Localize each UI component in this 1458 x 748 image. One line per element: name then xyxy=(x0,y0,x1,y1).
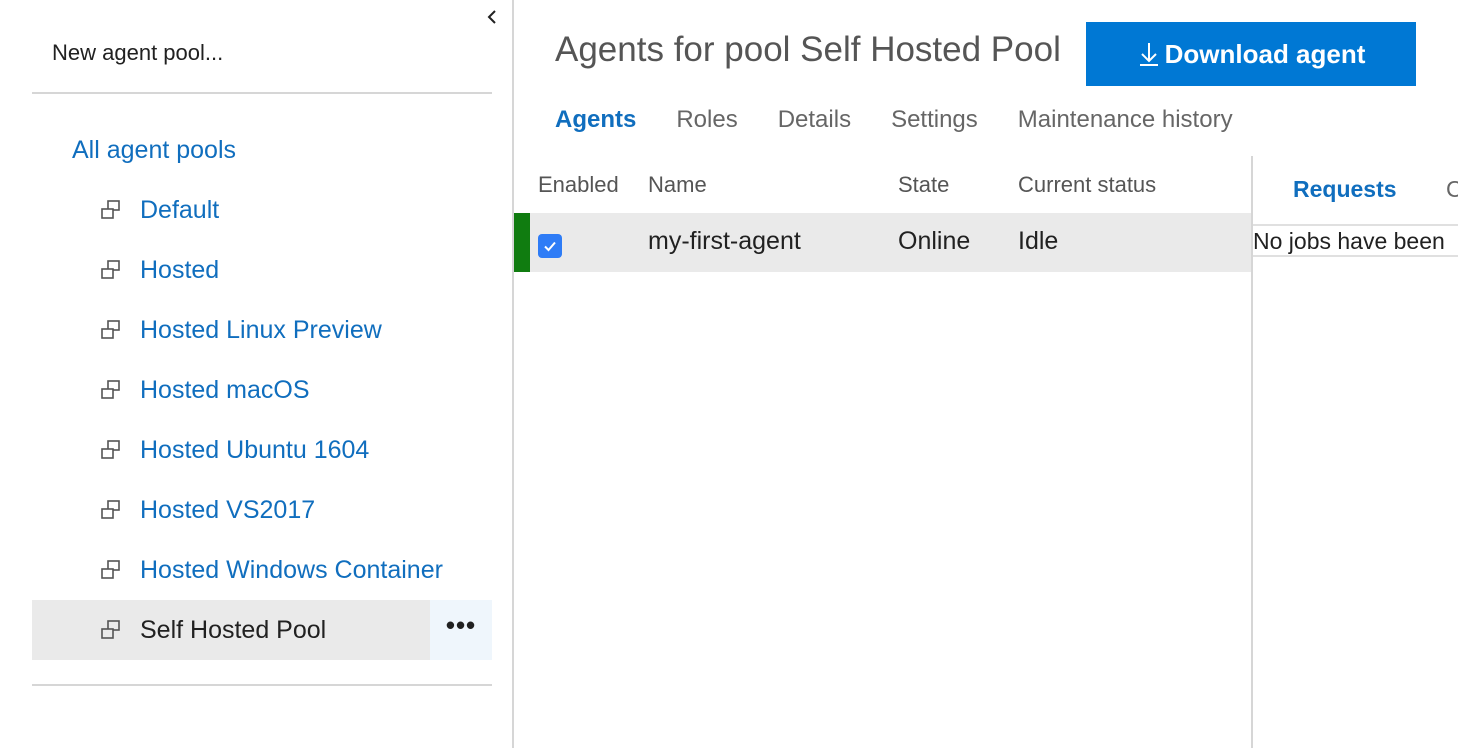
all-agent-pools-link[interactable]: All agent pools xyxy=(72,136,236,165)
pool-label: Hosted VS2017 xyxy=(140,495,316,524)
pool-icon xyxy=(98,617,124,643)
pool-label: Default xyxy=(140,195,220,224)
pool-icon xyxy=(98,497,124,523)
pool-item-default[interactable]: Default xyxy=(32,180,492,240)
checkmark-icon xyxy=(544,241,556,252)
pool-icon xyxy=(98,437,124,463)
pool-item-hosted-linux-preview[interactable]: Hosted Linux Preview xyxy=(32,300,492,360)
agents-grid-header: Enabled Name State Current status xyxy=(514,172,1252,212)
pool-icon xyxy=(98,557,124,583)
pool-label: Hosted macOS xyxy=(140,375,310,404)
divider xyxy=(32,684,492,686)
pool-icon xyxy=(98,257,124,283)
pool-icon xyxy=(98,377,124,403)
agent-name: my-first-agent xyxy=(648,227,801,255)
no-jobs-message: No jobs have been xyxy=(1253,228,1445,254)
tab-capabilities[interactable]: C xyxy=(1446,176,1458,203)
tab-requests[interactable]: Requests xyxy=(1293,176,1397,203)
download-icon xyxy=(1137,40,1161,68)
divider xyxy=(1253,224,1458,226)
tab-details[interactable]: Details xyxy=(778,106,851,134)
pool-icon xyxy=(98,197,124,223)
more-icon: ••• xyxy=(445,610,477,640)
column-header-state[interactable]: State xyxy=(898,172,949,198)
pool-item-hosted-vs2017[interactable]: Hosted VS2017 xyxy=(32,480,492,540)
page-title: Agents for pool Self Hosted Pool xyxy=(555,30,1061,69)
pool-item-hosted-windows-container[interactable]: Hosted Windows Container xyxy=(32,540,492,600)
pool-icon xyxy=(98,317,124,343)
collapse-sidebar-button[interactable] xyxy=(482,6,502,28)
agent-details-pane: Requests C No jobs have been xyxy=(1253,156,1458,748)
tab-agents[interactable]: Agents xyxy=(555,106,636,134)
chevron-left-icon xyxy=(487,10,496,24)
pool-label: Hosted Ubuntu 1604 xyxy=(140,435,370,464)
pool-label: Self Hosted Pool xyxy=(140,615,327,644)
online-indicator xyxy=(514,213,530,272)
pool-tabs: Agents Roles Details Settings Maintenanc… xyxy=(555,106,1233,134)
tab-maintenance-history[interactable]: Maintenance history xyxy=(1018,106,1233,134)
pool-item-hosted-ubuntu-1604[interactable]: Hosted Ubuntu 1604 xyxy=(32,420,492,480)
pool-item-hosted[interactable]: Hosted xyxy=(32,240,492,300)
pool-item-hosted-macos[interactable]: Hosted macOS xyxy=(32,360,492,420)
column-header-enabled[interactable]: Enabled xyxy=(538,172,619,198)
sidebar-splitter[interactable] xyxy=(512,0,514,748)
pool-label: Hosted Windows Container xyxy=(140,555,443,584)
column-header-current-status[interactable]: Current status xyxy=(1018,172,1156,198)
agent-row[interactable]: my-first-agent Online Idle xyxy=(514,213,1252,272)
tab-settings[interactable]: Settings xyxy=(891,106,978,134)
divider xyxy=(1253,255,1458,257)
pool-list: Default Hosted Hosted Linux Preview Host… xyxy=(32,180,492,660)
more-actions-button[interactable]: ••• xyxy=(430,600,492,660)
enabled-checkbox[interactable] xyxy=(538,234,562,258)
download-agent-button[interactable]: Download agent xyxy=(1086,22,1416,86)
column-header-name[interactable]: Name xyxy=(648,172,707,198)
agent-state: Online xyxy=(898,227,971,255)
tab-roles[interactable]: Roles xyxy=(676,106,737,134)
download-agent-label: Download agent xyxy=(1164,38,1366,69)
pool-label: Hosted xyxy=(140,255,220,284)
sidebar: New agent pool... All agent pools Defaul… xyxy=(0,0,512,748)
pool-item-self-hosted-pool[interactable]: Self Hosted Pool ••• xyxy=(32,600,492,660)
new-agent-pool-link[interactable]: New agent pool... xyxy=(52,40,223,66)
pool-label: Hosted Linux Preview xyxy=(140,315,382,344)
agent-current-status: Idle xyxy=(1018,227,1059,255)
divider xyxy=(32,92,492,94)
